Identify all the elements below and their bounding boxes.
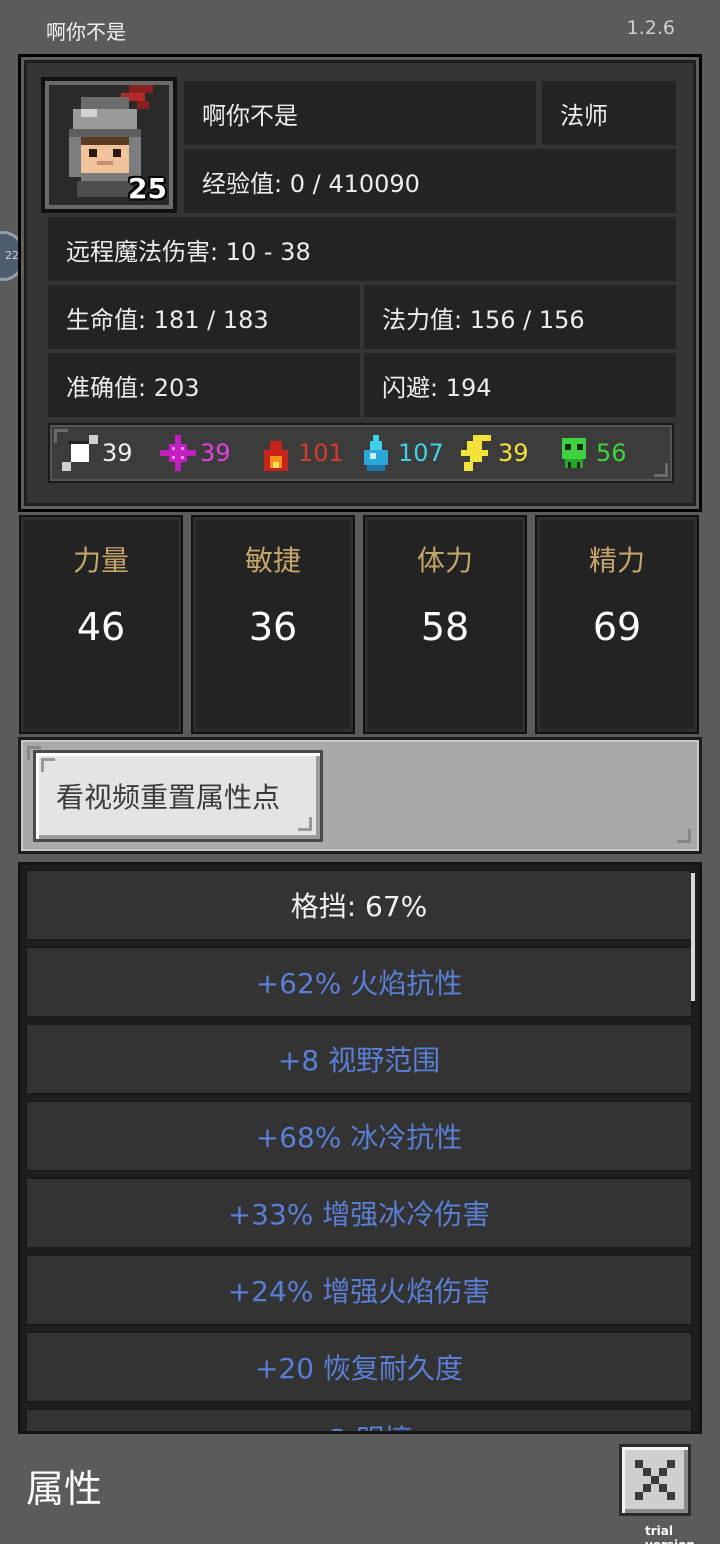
resist-arcane-value: 39 <box>200 439 231 467</box>
bonus-list[interactable]: 格挡: 67% +62% 火焰抗性 +8 视野范围 +68% 冰冷抗性 +33%… <box>18 862 702 1434</box>
ranged-magic-damage: 远程魔法伤害: 10 - 38 <box>48 217 676 281</box>
resistance-strip: 39 39 101 107 39 56 <box>48 423 674 483</box>
hp-value: 生命值: 181 / 183 <box>48 285 360 349</box>
attribute-agility[interactable]: 敏捷 36 <box>191 515 355 734</box>
reset-button-label: 看视频重置属性点 <box>56 781 281 814</box>
resist-fire-value: 101 <box>298 439 344 467</box>
character-class: 法师 <box>542 81 676 145</box>
corner-decoration <box>41 758 55 772</box>
corner-decoration <box>654 463 668 477</box>
corner-decoration <box>298 817 312 831</box>
resist-lightning: 39 <box>458 435 556 471</box>
poison-icon <box>562 438 586 468</box>
arcane-icon <box>160 435 196 471</box>
list-item: +68% 冰冷抗性 <box>25 1100 693 1172</box>
character-stat-panel: 25 啊你不是 法师 经验值: 0 / 410090 远程魔法伤害: 10 - … <box>18 54 702 512</box>
attribute-name: 敏捷 <box>244 544 301 577</box>
list-item: +24% 增强火焰伤害 <box>25 1254 693 1326</box>
resist-poison: 56 <box>556 435 654 471</box>
reset-panel: 看视频重置属性点 <box>18 737 702 854</box>
attribute-name: 体力 <box>416 544 473 577</box>
accuracy-value: 准确值: 203 <box>48 353 360 417</box>
scrollbar[interactable] <box>691 873 695 1001</box>
resist-fire: 101 <box>258 435 358 471</box>
avatar: 25 <box>41 77 177 213</box>
corner-decoration <box>54 429 68 443</box>
resist-ice-value: 107 <box>398 439 444 467</box>
level-badge: 25 <box>128 172 167 205</box>
evasion-value: 闪避: 194 <box>364 353 676 417</box>
list-item: +62% 火焰抗性 <box>25 946 693 1018</box>
mp-value: 法力值: 156 / 156 <box>364 285 676 349</box>
list-item: +20 恢复耐久度 <box>25 1331 693 1403</box>
attribute-name: 精力 <box>588 544 645 577</box>
close-icon <box>635 1460 675 1500</box>
ice-icon <box>364 435 388 471</box>
resist-ice: 107 <box>358 435 458 471</box>
list-item: +3 明攘 <box>25 1408 693 1431</box>
resist-physical-value: 39 <box>102 439 133 467</box>
version-label: 1.2.6 <box>626 17 675 39</box>
resist-physical: 39 <box>62 435 160 471</box>
page-title: 属性 <box>26 1467 103 1511</box>
fire-icon <box>264 441 288 471</box>
watch-video-reset-button[interactable]: 看视频重置属性点 <box>33 750 323 842</box>
attribute-value: 36 <box>248 605 298 649</box>
attribute-value: 58 <box>420 605 470 649</box>
list-item: +8 视野范围 <box>25 1023 693 1095</box>
attribute-stamina[interactable]: 体力 58 <box>363 515 527 734</box>
experience-value: 经验值: 0 / 410090 <box>184 149 676 213</box>
attribute-name: 力量 <box>72 544 129 577</box>
corner-decoration <box>677 829 691 843</box>
list-item: +33% 增强冰冷伤害 <box>25 1177 693 1249</box>
close-button[interactable] <box>619 1444 691 1516</box>
attribute-value: 69 <box>592 605 642 649</box>
list-item: 格挡: 67% <box>25 869 693 941</box>
resist-arcane: 39 <box>160 435 258 471</box>
attribute-strength[interactable]: 力量 46 <box>19 515 183 734</box>
resist-poison-value: 56 <box>596 439 627 467</box>
character-name: 啊你不是 <box>184 81 536 145</box>
attribute-energy[interactable]: 精力 69 <box>535 515 699 734</box>
resist-lightning-value: 39 <box>498 439 529 467</box>
trial-version-label: trial version <box>645 1524 695 1544</box>
attribute-value: 46 <box>76 605 126 649</box>
player-name-header: 啊你不是 <box>46 20 126 44</box>
lightning-icon <box>461 435 491 471</box>
